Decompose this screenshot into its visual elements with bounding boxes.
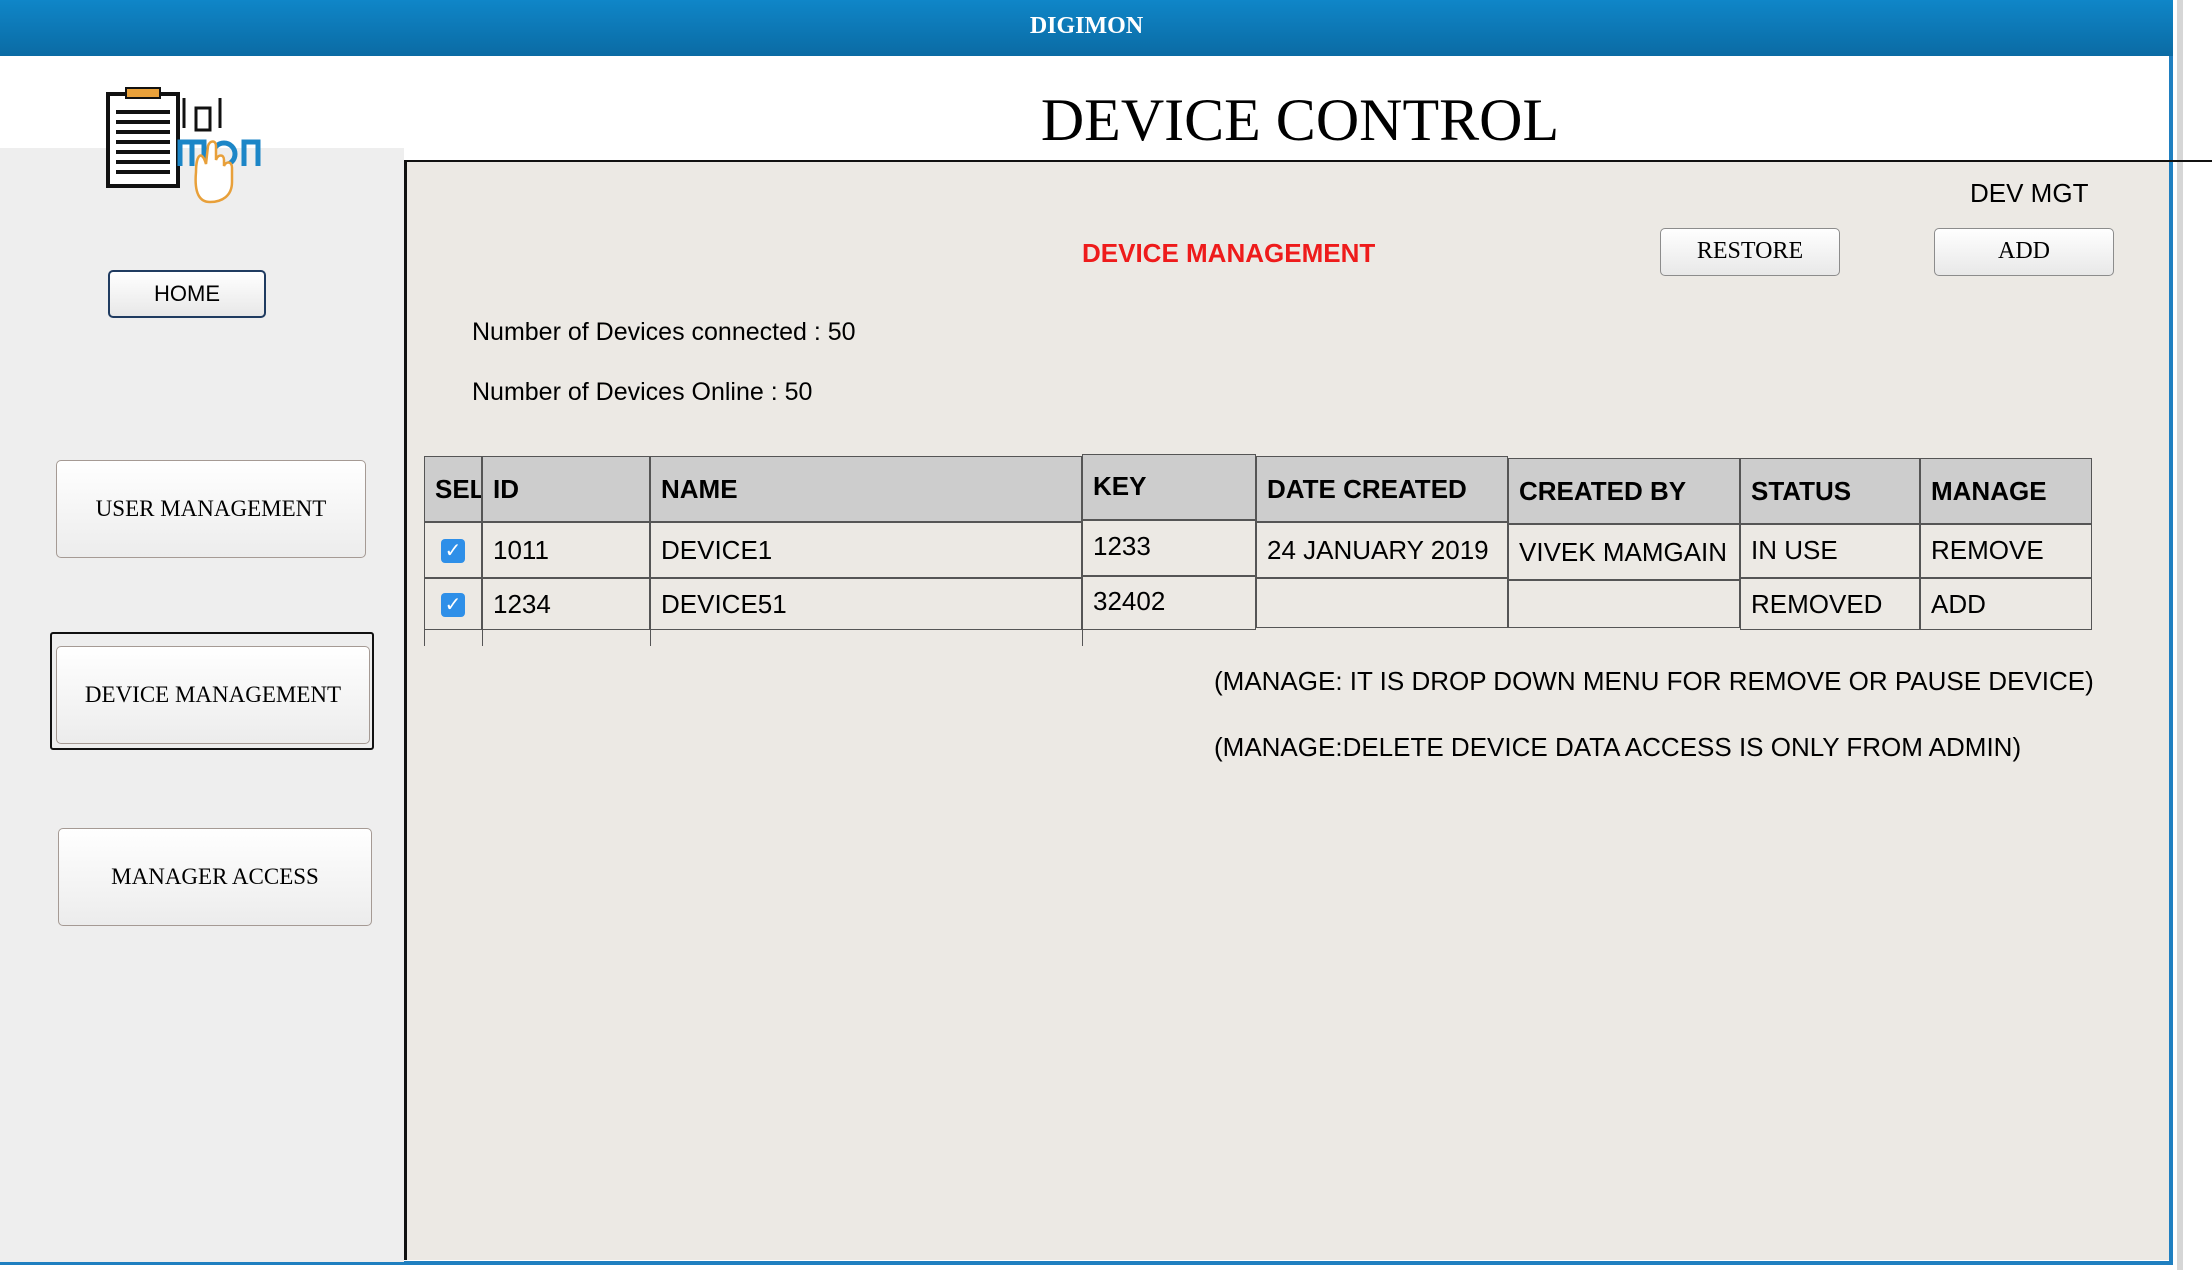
column-header-key[interactable]: KEY	[1082, 454, 1256, 520]
table-cell-name: DEVICE51	[650, 578, 1082, 630]
table-cell-status: IN USE	[1740, 524, 1920, 578]
column-header-manage[interactable]: MANAGE	[1920, 458, 2092, 524]
table-row-select-cell: ✓	[424, 522, 482, 578]
window-edge	[2177, 0, 2183, 1270]
table-cell-id: 1234	[482, 578, 650, 630]
devices-online-text: Number of Devices Online : 50	[472, 378, 813, 406]
table-row-select-cell: ✓	[424, 578, 482, 630]
section-title: DEVICE MANAGEMENT	[1082, 238, 1376, 268]
digimon-logo	[104, 86, 324, 206]
restore-button[interactable]: RESTORE	[1660, 228, 1840, 276]
row-checkbox[interactable]: ✓	[441, 593, 465, 617]
column-header-created-by[interactable]: CREATED BY	[1508, 458, 1740, 524]
table-cell-manage-dropdown[interactable]: REMOVE	[1920, 524, 2092, 578]
column-header-date-created[interactable]: DATE CREATED	[1256, 456, 1508, 522]
manage-note-dropdown: (MANAGE: IT IS DROP DOWN MENU FOR REMOVE…	[1214, 666, 2094, 696]
table-cell-created-by: VIVEK MAMGAIN	[1508, 524, 1740, 580]
home-button[interactable]: HOME	[108, 270, 266, 318]
column-header-id[interactable]: ID	[482, 456, 650, 522]
table-gridline	[424, 630, 425, 646]
row-checkbox[interactable]: ✓	[441, 539, 465, 563]
table-cell-created-by	[1508, 580, 1740, 628]
table-gridline	[482, 630, 483, 646]
corner-label: DEV MGT	[1970, 178, 2089, 208]
table-gridline	[650, 630, 651, 646]
table-cell-key: 1233	[1082, 520, 1256, 576]
manage-note-admin: (MANAGE:DELETE DEVICE DATA ACCESS IS ONL…	[1214, 732, 2022, 762]
page-title: DEVICE CONTROL	[1040, 87, 1560, 153]
table-cell-status: REMOVED	[1740, 578, 1920, 630]
title-bar: DIGIMON	[0, 0, 2173, 56]
table-cell-manage-dropdown[interactable]: ADD	[1920, 578, 2092, 630]
devices-connected-text: Number of Devices connected : 50	[472, 318, 856, 346]
table-cell-key: 32402	[1082, 576, 1256, 630]
table-cell-date-created: 24 JANUARY 2019	[1256, 522, 1508, 578]
column-header-name[interactable]: NAME	[650, 456, 1082, 522]
add-button[interactable]: ADD	[1934, 228, 2114, 276]
table-cell-name: DEVICE1	[650, 522, 1082, 578]
sidebar-item-device-management[interactable]: DEVICE MANAGEMENT	[56, 646, 370, 744]
column-header-status[interactable]: STATUS	[1740, 458, 1920, 524]
sidebar-item-user-management[interactable]: USER MANAGEMENT	[56, 460, 366, 558]
column-header-sel[interactable]: SEL	[424, 456, 482, 522]
table-cell-date-created	[1256, 578, 1508, 628]
table-cell-id: 1011	[482, 522, 650, 578]
sidebar-item-manager-access[interactable]: MANAGER ACCESS	[58, 828, 372, 926]
table-gridline	[1082, 630, 1083, 646]
